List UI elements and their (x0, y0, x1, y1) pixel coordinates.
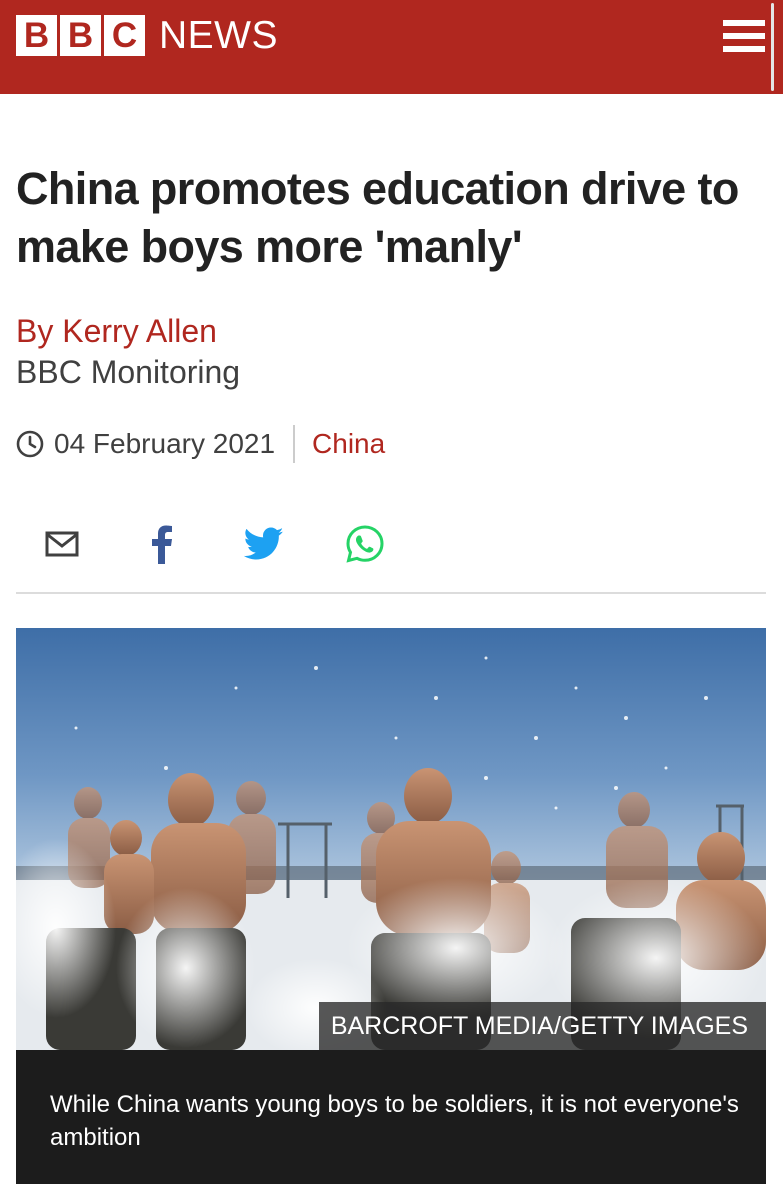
clock-icon (16, 430, 44, 458)
bbc-news-logo[interactable]: B B C NEWS (16, 15, 278, 56)
facebook-icon[interactable] (136, 518, 188, 570)
meta-divider (293, 425, 296, 463)
logo-news-word: NEWS (159, 14, 278, 57)
logo-letter-b1: B (16, 15, 57, 56)
article-headline: China promotes education drive to make b… (16, 163, 739, 272)
twitter-icon[interactable] (238, 518, 290, 570)
author-link[interactable]: By Kerry Allen (16, 311, 217, 351)
logo-letter-b2: B (60, 15, 101, 56)
publish-date: 04 February 2021 (54, 428, 276, 459)
hamburger-menu-icon[interactable] (723, 20, 767, 56)
image-caption: While China wants young boys to be soldi… (16, 1050, 766, 1184)
image-credit: BARCROFT MEDIA/GETTY IMAGES (318, 1002, 766, 1050)
site-header: B B C NEWS (0, 0, 783, 94)
photo-illustration (16, 656, 766, 1050)
scrollbar[interactable] (771, 0, 783, 94)
whatsapp-icon[interactable] (339, 518, 391, 570)
article-image: BARCROFT MEDIA/GETTY IMAGES (16, 628, 766, 1050)
topic-link[interactable]: China (312, 428, 385, 460)
caption-text: While China wants young boys to be soldi… (50, 1091, 739, 1151)
author-affiliation: BBC Monitoring (16, 354, 241, 390)
share-tools (0, 518, 783, 570)
section-divider (16, 592, 766, 594)
email-icon[interactable] (36, 518, 88, 570)
logo-letter-c: C (104, 15, 145, 56)
article-meta: 04 February 2021 China (16, 424, 385, 464)
